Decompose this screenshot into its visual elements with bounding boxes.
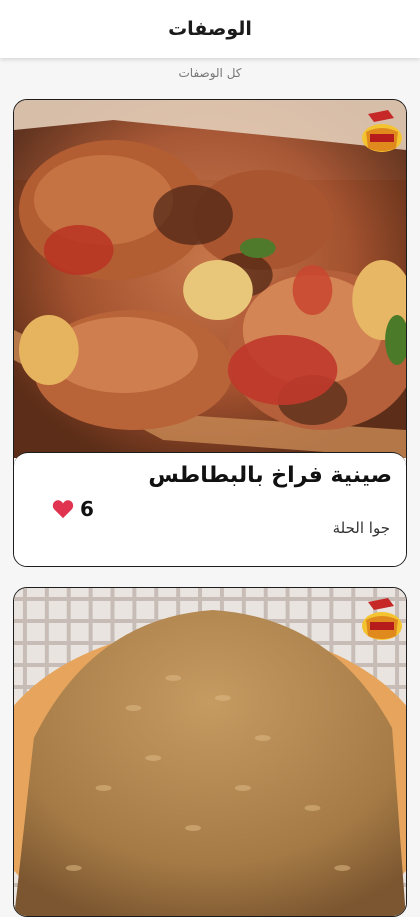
- app-bar: الوصفات: [0, 0, 420, 58]
- recipe-info-panel: صينية فراخ بالبطاطس 6 جوا الحلة: [14, 452, 406, 566]
- recipe-author: جوا الحلة: [332, 519, 390, 537]
- page-title: الوصفات: [168, 18, 252, 40]
- brand-logo-icon: [362, 110, 402, 152]
- recipe-image[interactable]: [14, 100, 406, 458]
- likes-count: 6: [80, 497, 94, 521]
- heart-icon[interactable]: [52, 499, 74, 519]
- likes[interactable]: 6: [52, 497, 94, 521]
- breadcrumb[interactable]: كل الوصفات: [0, 66, 420, 80]
- recipe-title: صينية فراخ بالبطاطس: [148, 463, 392, 488]
- recipe-image[interactable]: [14, 588, 406, 917]
- recipe-card[interactable]: [13, 587, 407, 917]
- brand-logo-icon: [362, 598, 402, 640]
- recipe-card[interactable]: صينية فراخ بالبطاطس 6 جوا الحلة: [13, 99, 407, 567]
